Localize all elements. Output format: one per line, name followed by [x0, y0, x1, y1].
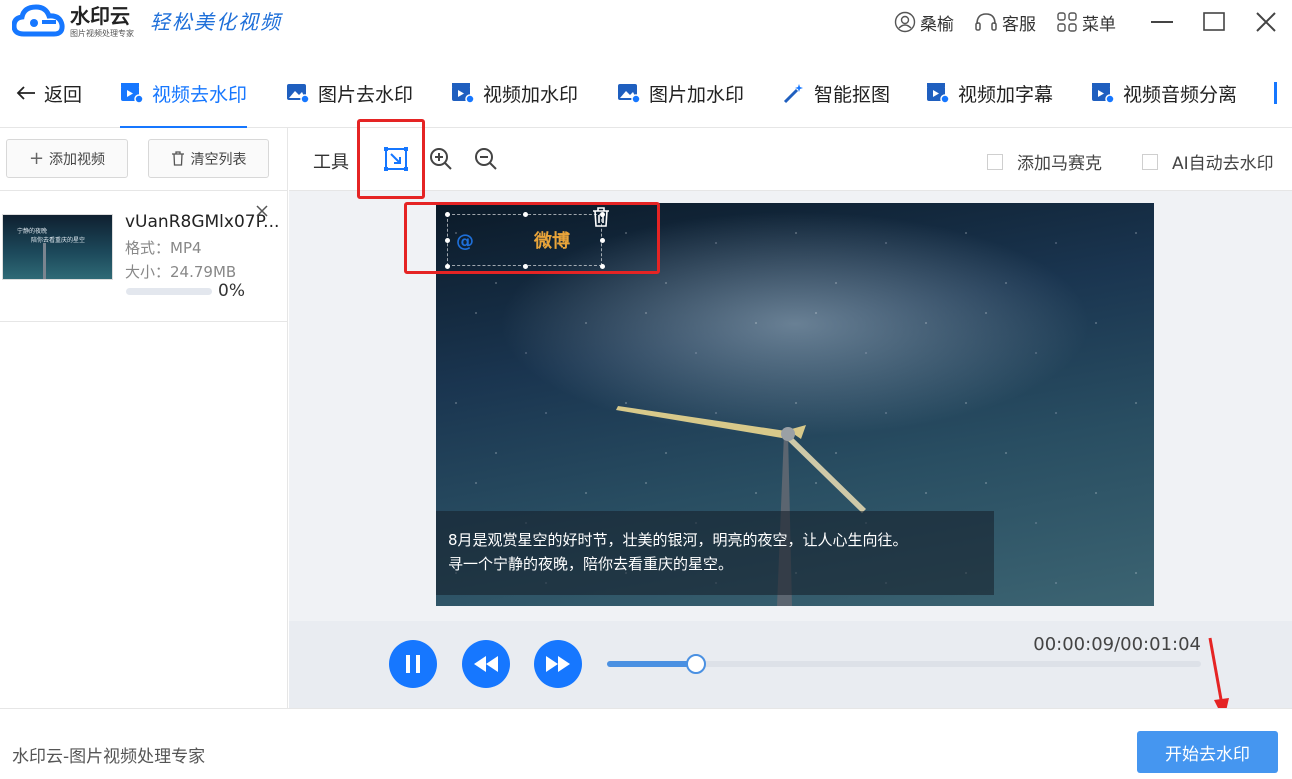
nav-bar: 返回 视频去水印 图片去水印 视频加水印 图片加水印 智能抠图 视频加字幕 视频… [0, 58, 1292, 128]
file-progress-bar [126, 288, 212, 295]
highlight-watermark [404, 202, 660, 274]
file-list-panel: + 添加视频 清空列表 宁静的夜晚 陪你去看重庆的星空 vUanR8GMlx07… [0, 128, 288, 708]
video-subtitle-icon [927, 83, 950, 104]
timeline-progress [607, 661, 697, 667]
highlight-select-tool [357, 119, 425, 199]
tab-label: 智能抠图 [814, 83, 891, 106]
add-video-button[interactable]: + 添加视频 [6, 139, 128, 178]
user-icon [894, 11, 916, 33]
video-add-icon [452, 83, 475, 104]
fast-forward-icon [546, 656, 570, 672]
back-button[interactable]: 返回 [16, 58, 82, 128]
app-window: 水印云 图片视频处理专家 轻松美化视频 桑榆 客服 菜单 返回 视频去水印 图片… [0, 0, 1292, 779]
user-name: 桑榆 [920, 14, 954, 35]
video-thumbnail: 宁静的夜晚 陪你去看重庆的星空 [2, 214, 113, 280]
subtitle-line: 8月是观赏星空的好时节，壮美的银河，明亮的夜空，让人心生向往。 [448, 531, 908, 549]
checkbox-box[interactable] [1142, 153, 1158, 170]
ai-remove-label: AI自动去水印 [1172, 154, 1274, 174]
user-button[interactable]: 桑榆 [894, 10, 954, 35]
close-button[interactable] [1240, 0, 1292, 44]
checkbox-box[interactable] [987, 153, 1003, 170]
close-icon [256, 205, 268, 217]
tab-video-remove-watermark[interactable]: 视频去水印 [120, 58, 248, 128]
tab-video-add-subtitle[interactable]: 视频加字幕 [926, 58, 1053, 128]
mosaic-label: 添加马赛克 [1017, 154, 1102, 174]
title-bar: 水印云 图片视频处理专家 轻松美化视频 桑榆 客服 菜单 [0, 0, 1292, 58]
tab-label: 视频音频分离 [1123, 83, 1238, 106]
thumb-caption: 陪你去看重庆的星空 [31, 237, 86, 244]
timeline-handle[interactable] [686, 654, 707, 674]
plus-icon: + [28, 148, 45, 169]
zoom-in-button[interactable] [428, 146, 454, 172]
app-name: 水印云 [70, 4, 130, 28]
service-button[interactable]: 客服 [974, 10, 1036, 35]
app-subtitle: 图片视频处理专家 [70, 29, 134, 38]
player-controls: 00:00:09/00:01:04 [289, 621, 1292, 708]
menu-button[interactable]: 菜单 [1056, 10, 1116, 35]
rewind-button[interactable] [462, 640, 510, 688]
subtitle-line: 寻一个宁静的夜晚，陪你去看重庆的星空。 [448, 555, 734, 573]
maximize-button[interactable] [1188, 0, 1240, 44]
tab-label: 视频加字幕 [958, 83, 1054, 106]
magic-wand-icon [783, 84, 803, 104]
fast-forward-button[interactable] [534, 640, 582, 688]
time-display: 00:00:09/00:01:04 [1033, 634, 1201, 655]
zoom-in-icon [430, 148, 452, 170]
pause-icon [406, 655, 420, 673]
add-video-label: 添加视频 [49, 151, 106, 168]
pause-button[interactable] [389, 640, 437, 688]
remove-file-button[interactable] [256, 201, 268, 222]
file-list-toolbar: + 添加视频 清空列表 [0, 128, 287, 191]
tab-label: 视频加水印 [483, 83, 579, 106]
minimize-icon [1151, 21, 1173, 23]
back-arrow-icon [16, 86, 35, 100]
tab-label: 视频去水印 [152, 83, 248, 106]
ai-remove-checkbox[interactable]: AI自动去水印 [1142, 149, 1274, 174]
start-remove-watermark-button[interactable]: 开始去水印 [1137, 731, 1278, 773]
clear-list-button[interactable]: 清空列表 [148, 139, 269, 178]
cloud-logo-icon [11, 4, 66, 40]
minimize-button[interactable] [1136, 0, 1188, 44]
tab-image-remove-watermark[interactable]: 图片去水印 [286, 58, 413, 128]
footer-text: 水印云-图片视频处理专家 [12, 747, 206, 767]
back-label: 返回 [44, 83, 83, 106]
tools-label: 工具 [313, 152, 349, 173]
close-icon [1256, 12, 1276, 32]
rewind-icon [474, 656, 498, 672]
trash-icon [171, 151, 184, 166]
tab-label: 图片加水印 [649, 83, 745, 106]
thumb-caption: 宁静的夜晚 [17, 228, 48, 235]
image-icon [287, 84, 310, 104]
zoom-out-icon [475, 148, 497, 170]
footer-bar: 水印云-图片视频处理专家 开始去水印 [0, 708, 1292, 779]
file-progress-label: 0% [218, 281, 245, 301]
file-format: 格式：MP4 [125, 239, 202, 257]
headset-icon [975, 13, 997, 31]
app-logo: 水印云 图片视频处理专家 [11, 4, 134, 40]
subtitle-overlay: 8月是观赏星空的好时节，壮美的银河，明亮的夜空，让人心生向往。 寻一个宁静的夜晚… [436, 511, 994, 595]
video-icon [121, 83, 144, 104]
video-audio-icon [1092, 83, 1115, 104]
zoom-out-button[interactable] [473, 146, 499, 172]
clear-list-label: 清空列表 [190, 151, 247, 168]
menu-label: 菜单 [1082, 14, 1116, 35]
tab-video-audio-split[interactable]: 视频音频分离 [1091, 58, 1237, 128]
mosaic-checkbox[interactable]: 添加马赛克 [987, 149, 1102, 174]
app-slogan: 轻松美化视频 [150, 10, 282, 34]
tab-image-add-watermark[interactable]: 图片加水印 [617, 58, 744, 128]
tab-label: 图片去水印 [318, 83, 414, 106]
service-label: 客服 [1002, 14, 1036, 35]
timeline-slider[interactable] [607, 654, 1201, 674]
maximize-icon [1203, 12, 1225, 31]
grid-menu-icon [1057, 12, 1077, 32]
file-size: 大小：24.79MB [125, 263, 237, 281]
tab-smart-cutout[interactable]: 智能抠图 [782, 58, 890, 128]
tab-video-add-watermark[interactable]: 视频加水印 [451, 58, 578, 128]
tools-bar: 工具 添加马赛克 AI自动去水印 [289, 128, 1292, 191]
list-item[interactable]: 宁静的夜晚 陪你去看重庆的星空 vUanR8GMlx07P... 格式：MP4 … [0, 191, 288, 322]
image-add-icon [618, 84, 641, 104]
nav-overflow-indicator [1274, 82, 1277, 104]
